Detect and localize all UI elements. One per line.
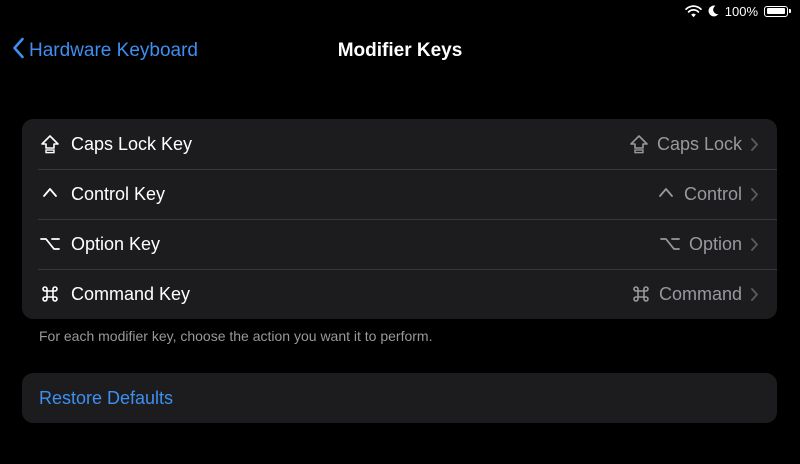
status-bar: 100% [684,2,791,20]
modifier-value-text: Control [683,183,742,204]
chevron-right-icon [750,287,759,302]
modifier-row-option[interactable]: Option Key Option [22,219,777,269]
command-icon [631,284,651,304]
section-footnote: For each modifier key, choose the action… [39,328,433,344]
modifier-key-value: Caps Lock [629,134,742,155]
modifier-keys-list: Caps Lock Key Caps Lock Control Key Cont… [22,119,777,319]
navigation-bar: Hardware Keyboard Modifier Keys [0,28,800,74]
control-icon [38,184,62,204]
restore-defaults-button[interactable]: Restore Defaults [22,373,777,423]
modifier-key-label: Control Key [71,183,166,204]
modifier-key-label: Option Key [71,233,161,254]
chevron-right-icon [750,237,759,252]
modifier-value-text: Option [688,233,742,254]
wifi-icon [684,4,702,18]
command-icon [38,284,62,304]
restore-defaults-group: Restore Defaults [22,373,777,423]
modifier-value-text: Command [658,283,742,304]
control-icon [656,184,676,204]
battery-percent: 100% [724,3,758,19]
battery-level [766,8,785,14]
battery-icon [764,5,791,17]
modifier-row-control[interactable]: Control Key Control [22,169,777,219]
screen: 100% Hardware Keyboard Modifier Keys Cap… [0,0,800,464]
option-icon [38,234,62,254]
modifier-key-label: Caps Lock Key [71,133,193,154]
option-icon [659,234,681,254]
modifier-row-caps-lock[interactable]: Caps Lock Key Caps Lock [22,119,777,169]
chevron-right-icon [750,137,759,152]
page-title: Modifier Keys [337,40,463,61]
caps-lock-icon [629,134,649,154]
modifier-row-command[interactable]: Command Key Command [22,269,777,319]
modifier-key-value: Option [659,234,742,255]
modifier-key-value: Control [656,184,742,205]
modifier-value-text: Caps Lock [656,133,742,154]
modifier-key-label: Command Key [71,283,191,304]
chevron-right-icon [750,187,759,202]
caps-lock-icon [38,134,62,154]
modifier-key-value: Command [631,284,742,305]
moon-icon [708,5,719,17]
